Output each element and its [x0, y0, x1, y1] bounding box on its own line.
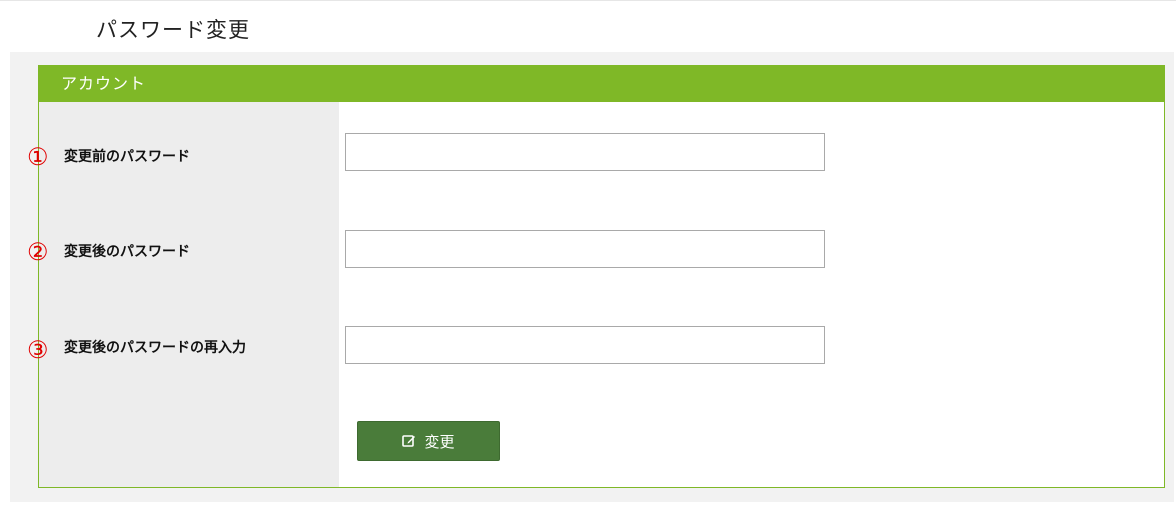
- panel-header: アカウント: [39, 66, 1164, 102]
- confirm-password-label: 変更後のパスワードの再入力: [64, 340, 246, 356]
- current-password-input[interactable]: [345, 133, 825, 171]
- change-button[interactable]: 変更: [357, 421, 500, 461]
- marker-1: ①: [27, 143, 49, 171]
- current-password-label: 変更前のパスワード: [64, 149, 190, 165]
- new-password-label: 変更後のパスワード: [64, 244, 190, 260]
- edit-icon: [402, 434, 416, 448]
- marker-3: ③: [27, 336, 49, 364]
- top-divider: [0, 0, 1176, 1]
- page-title: パスワード変更: [96, 18, 250, 42]
- change-button-label: 変更: [424, 432, 455, 451]
- confirm-password-input[interactable]: [345, 326, 825, 364]
- account-panel: アカウント: [38, 65, 1165, 488]
- new-password-input[interactable]: [345, 230, 825, 268]
- marker-2: ②: [27, 238, 49, 266]
